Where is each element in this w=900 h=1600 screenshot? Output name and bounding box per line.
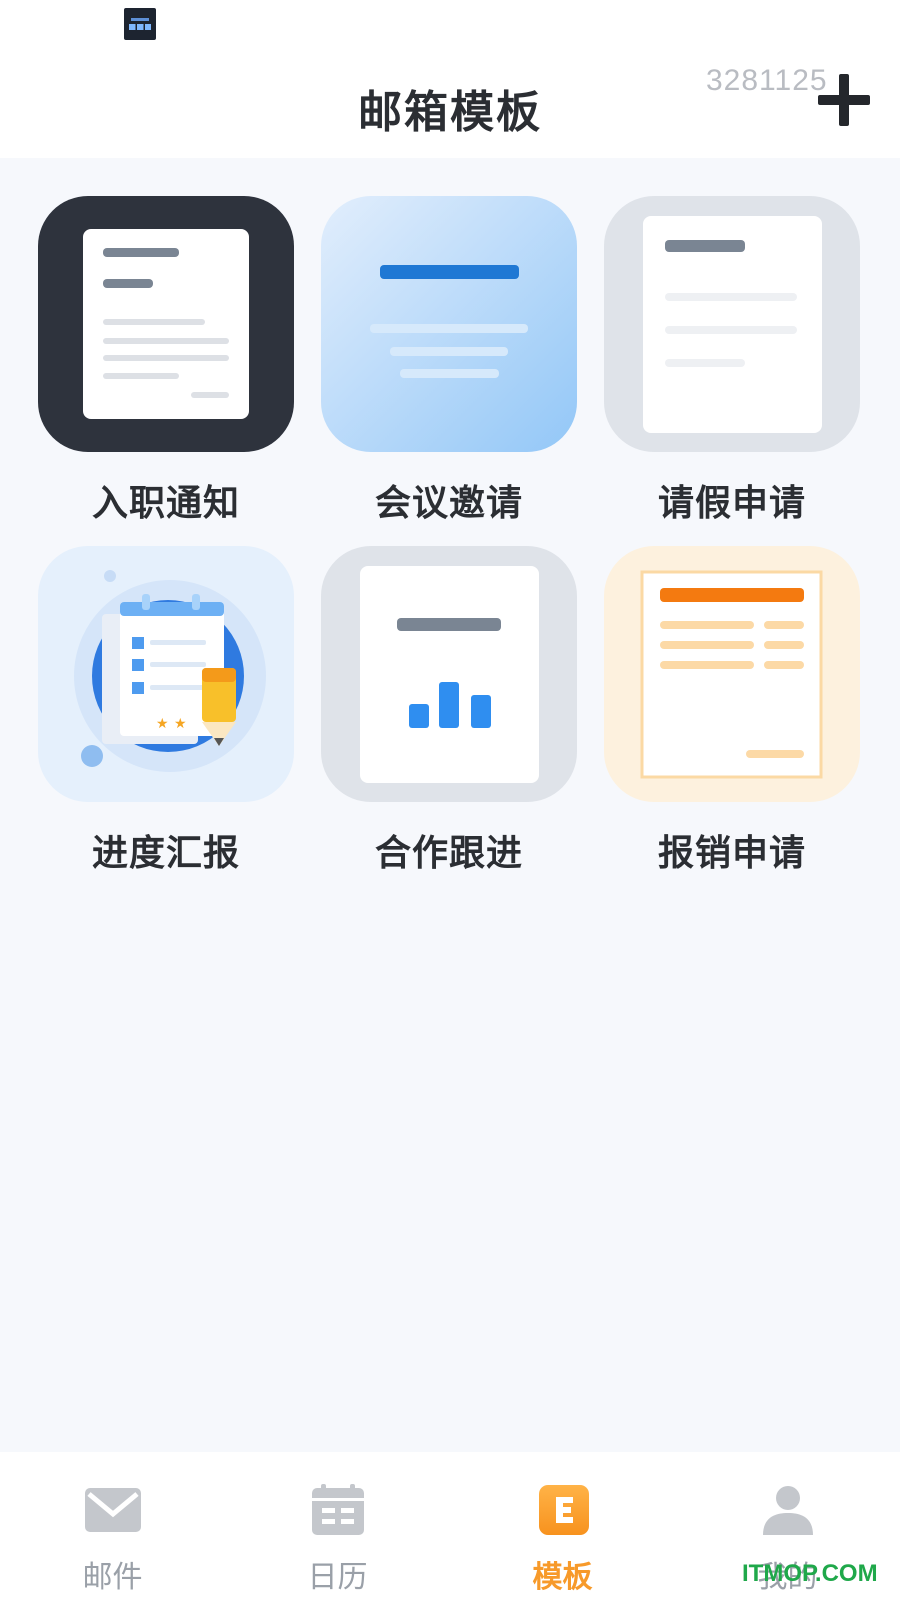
meeting-invite-icon: [321, 196, 577, 452]
expense-form-icon: [604, 546, 860, 802]
mail-icon: [84, 1484, 142, 1536]
nav-item-mail[interactable]: 邮件: [0, 1452, 225, 1600]
bar-chart-document-icon: [321, 546, 577, 802]
template-grid: 入职通知 会议邀请 请假申请 ★ ★ 进度汇报 合作跟进 报销申请: [38, 196, 864, 896]
onboarding-document-icon: [38, 196, 294, 452]
template-tile-leave-request[interactable]: 请假申请: [604, 196, 860, 546]
add-template-button[interactable]: [818, 74, 870, 126]
nav-label: 邮件: [82, 1560, 143, 1595]
nav-label: 日历: [307, 1560, 368, 1595]
watermark: ITMOP.COM: [742, 1560, 878, 1587]
nav-label: 模板: [532, 1560, 593, 1595]
person-icon: [759, 1484, 817, 1536]
svg-text:★: ★: [174, 716, 187, 732]
calendar-icon: [309, 1484, 367, 1536]
template-label: 入职通知: [91, 483, 240, 524]
leave-request-document-icon: [604, 196, 860, 452]
template-tile-cooperation-followup[interactable]: 合作跟进: [321, 546, 577, 896]
svg-text:★: ★: [156, 716, 169, 732]
id-text: 3281125: [706, 64, 828, 97]
template-label: 进度汇报: [91, 833, 240, 874]
header: 邮箱模板 3281125: [0, 48, 900, 158]
template-label: 请假申请: [657, 483, 806, 524]
template-tile-onboarding[interactable]: 入职通知: [38, 196, 294, 546]
notification-thumbnail-icon: [124, 8, 156, 40]
nav-item-templates[interactable]: 模板: [450, 1452, 675, 1600]
template-label: 会议邀请: [374, 483, 523, 524]
template-tile-expense-request[interactable]: 报销申请: [604, 546, 860, 896]
template-label: 报销申请: [657, 833, 806, 874]
template-label: 合作跟进: [374, 833, 523, 874]
template-tile-progress-report[interactable]: ★ ★ 进度汇报: [38, 546, 294, 896]
nav-item-calendar[interactable]: 日历: [225, 1452, 450, 1600]
status-bar: [0, 0, 900, 48]
template-tile-meeting-invite[interactable]: 会议邀请: [321, 196, 577, 546]
template-e-icon: [534, 1484, 592, 1536]
progress-report-notepad-icon: ★ ★: [38, 546, 294, 802]
